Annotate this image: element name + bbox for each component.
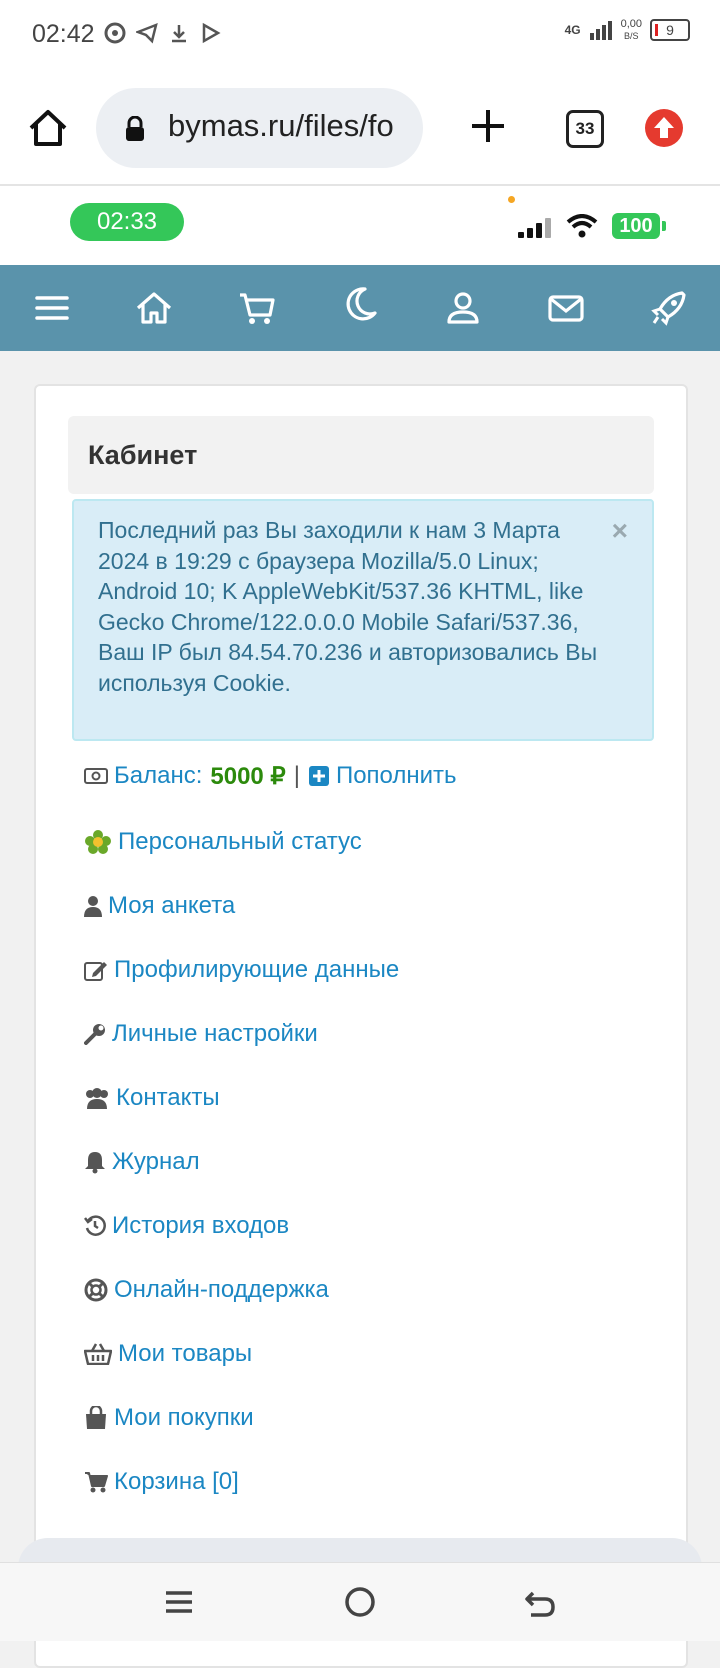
user-icon[interactable]: [440, 285, 486, 331]
moon-icon[interactable]: [337, 281, 383, 327]
money-icon: [84, 768, 108, 784]
clock-pill: 02:33: [70, 203, 184, 241]
rocket-icon[interactable]: [646, 285, 692, 331]
signal-bars-icon: [518, 218, 551, 238]
battery-100-text: 100: [619, 215, 653, 237]
menu-item-profile[interactable]: Моя анкета: [84, 886, 235, 926]
balance-separator: |: [293, 762, 300, 789]
browser-home-icon[interactable]: [26, 106, 70, 150]
menu-item-label[interactable]: Мои покупки: [114, 1404, 254, 1432]
mail-icon[interactable]: [543, 285, 589, 331]
menu-item-label[interactable]: Контакты: [116, 1084, 220, 1112]
tab-count: 33: [575, 119, 595, 138]
telegram-icon: [136, 22, 158, 44]
balance-label: Баланс:: [114, 762, 203, 789]
balance-row: Баланс: 5000 ₽ | Пополнить: [84, 756, 457, 796]
menu-item-my-goods[interactable]: Мои товары: [84, 1334, 252, 1374]
tab-switcher-button[interactable]: 33: [566, 110, 604, 148]
back-icon[interactable]: [523, 1585, 557, 1619]
menu-item-cart[interactable]: Корзина [0]: [84, 1462, 239, 1502]
menu-item-label[interactable]: Мои товары: [118, 1340, 252, 1368]
address-bar[interactable]: bymas.ru/files/fo: [96, 88, 423, 168]
clock-text: 02:33: [96, 208, 158, 235]
wifi-icon: [566, 214, 598, 238]
download-icon: [172, 25, 186, 43]
user-icon: [84, 896, 102, 917]
shopping-bag-icon: [86, 1406, 106, 1429]
wrench-icon: [84, 1024, 105, 1045]
site-navbar: [0, 265, 720, 351]
menu-item-label[interactable]: Онлайн-поддержка: [114, 1276, 329, 1304]
menu-item-label[interactable]: Персональный статус: [118, 828, 362, 856]
notification-icons: [104, 22, 222, 44]
close-icon[interactable]: ×: [612, 515, 628, 547]
users-icon: [86, 1088, 108, 1109]
home-circle-icon[interactable]: [343, 1585, 377, 1619]
privacy-dot: [508, 196, 515, 203]
system-status-bar: 02:42 4G 0,00 B/S 9: [0, 0, 720, 72]
address-text[interactable]: bymas.ru/files/fo: [168, 108, 394, 144]
net-speed-unit: B/S: [624, 31, 639, 41]
browser-toolbar: bymas.ru/files/fo 33: [0, 72, 720, 186]
menu-item-label[interactable]: История входов: [112, 1212, 289, 1240]
status-right-group: 4G 0,00 B/S 9: [565, 18, 690, 42]
menu-item-label[interactable]: Корзина [0]: [114, 1468, 239, 1496]
net-speed-value: 0,00: [620, 18, 642, 30]
menu-item-contacts[interactable]: Контакты: [84, 1078, 220, 1118]
menu-item-my-purchases[interactable]: Мои покупки: [84, 1398, 254, 1438]
update-icon[interactable]: [645, 109, 683, 147]
battery-indicator: 9: [650, 19, 690, 41]
menu-item-profiling-data[interactable]: Профилирующие данные: [84, 950, 399, 990]
home-icon[interactable]: [131, 285, 177, 331]
menu-icon[interactable]: [29, 285, 75, 331]
menu-item-settings[interactable]: Личные настройки: [84, 1014, 318, 1054]
play-store-icon: [202, 22, 221, 44]
battery-level: 9: [666, 22, 674, 38]
cart-icon[interactable]: [234, 285, 280, 331]
card-header: Кабинет: [68, 416, 654, 494]
balance-value: 5000 ₽: [210, 762, 286, 790]
basket-icon: [84, 1343, 112, 1365]
recent-apps-icon[interactable]: [162, 1585, 196, 1619]
menu-item-login-history[interactable]: История входов: [84, 1206, 289, 1246]
edit-icon: [84, 962, 107, 981]
last-login-alert: Последний раз Вы заходили к нам 3 Марта …: [72, 499, 654, 741]
cart-icon: [85, 1472, 108, 1493]
menu-item-label[interactable]: Моя анкета: [108, 892, 235, 920]
menu-item-label[interactable]: Профилирующие данные: [114, 956, 399, 984]
topup-link[interactable]: Пополнить: [336, 762, 457, 790]
bell-icon: [85, 1152, 105, 1174]
menu-item-label[interactable]: Личные настройки: [112, 1020, 318, 1048]
new-tab-icon[interactable]: [470, 108, 506, 144]
menu-item-journal[interactable]: Журнал: [84, 1142, 200, 1182]
flower-icon: [85, 830, 111, 854]
network-type: 4G: [564, 23, 581, 37]
history-icon: [84, 1215, 106, 1236]
battery-100: 100: [612, 213, 666, 239]
menu-item-label[interactable]: Журнал: [112, 1148, 200, 1176]
cabinet-card: Кабинет Последний раз Вы заходили к нам …: [34, 384, 688, 1668]
lock-icon: [126, 116, 144, 141]
page-title: Кабинет: [88, 440, 198, 470]
status-time: 02:42: [32, 20, 95, 48]
signal-icon: [589, 21, 612, 40]
chrome-icon: [104, 22, 126, 44]
alert-message: Последний раз Вы заходили к нам 3 Марта …: [98, 517, 598, 696]
page-status-strip: 02:33 100: [0, 186, 720, 265]
menu-item-support[interactable]: Онлайн-поддержка: [84, 1270, 329, 1310]
net-speed: 0,00 B/S: [621, 18, 642, 42]
plus-square-icon[interactable]: [308, 765, 330, 787]
lifebuoy-icon: [84, 1278, 108, 1302]
menu-item-status[interactable]: Персональный статус: [84, 822, 362, 862]
system-nav-bar: [0, 1562, 720, 1641]
